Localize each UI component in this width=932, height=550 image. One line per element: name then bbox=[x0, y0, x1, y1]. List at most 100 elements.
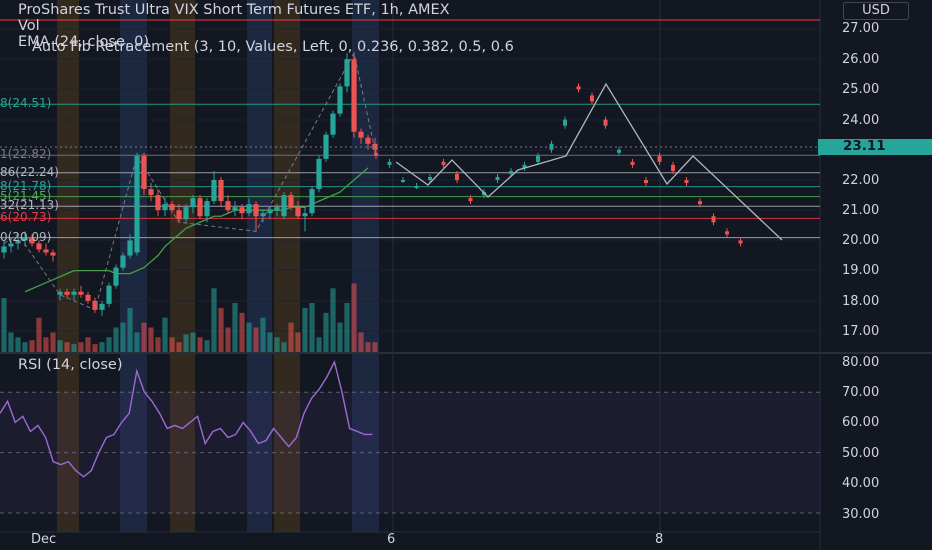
volume-bar bbox=[281, 342, 287, 352]
volume-bar bbox=[22, 342, 28, 352]
volume-bar bbox=[316, 337, 322, 352]
volume-bar bbox=[106, 337, 112, 352]
candle-body bbox=[169, 204, 175, 211]
candle-body bbox=[603, 119, 608, 126]
price-tick: 27.00 bbox=[842, 21, 880, 36]
volume-bar bbox=[337, 322, 343, 352]
volume-bar bbox=[8, 332, 14, 352]
candle-body bbox=[576, 86, 581, 90]
volume-bar bbox=[211, 288, 217, 352]
candle-body bbox=[468, 198, 473, 202]
candle-body bbox=[563, 119, 567, 126]
volume-bar bbox=[323, 312, 329, 352]
candle-body bbox=[455, 173, 459, 180]
candle-body bbox=[441, 161, 446, 165]
fib-level-label: 1(22.82) bbox=[0, 147, 52, 162]
candle-body bbox=[309, 189, 315, 214]
volume-bar bbox=[288, 322, 294, 352]
rsi-tick: 30.00 bbox=[842, 507, 880, 522]
volume-bar bbox=[15, 337, 21, 352]
volume-bar bbox=[141, 322, 147, 352]
volume-bar bbox=[176, 342, 182, 352]
candle-body bbox=[218, 180, 224, 202]
time-tick: 8 bbox=[655, 532, 664, 547]
volume-bar bbox=[225, 327, 231, 352]
volume-bar bbox=[155, 337, 161, 352]
volume-bar bbox=[260, 317, 266, 352]
volume-bar bbox=[365, 342, 371, 352]
volume-bar bbox=[204, 340, 210, 352]
symbol-title: ProShares Trust Ultra VIX Short Term Fut… bbox=[18, 2, 450, 18]
candle-body bbox=[316, 158, 322, 190]
rsi-tick: 40.00 bbox=[842, 476, 880, 491]
price-chart[interactable] bbox=[0, 0, 932, 550]
candle-body bbox=[295, 207, 301, 217]
volume-bar bbox=[29, 340, 35, 352]
volume-bar bbox=[253, 327, 259, 352]
candle-body bbox=[246, 204, 252, 214]
price-tick: 18.00 bbox=[842, 294, 880, 309]
chart-root: ProShares Trust Ultra VIX Short Term Fut… bbox=[0, 0, 932, 550]
candle-body bbox=[225, 201, 231, 211]
candle-body bbox=[36, 243, 42, 250]
volume-bar bbox=[162, 317, 168, 352]
volume-bar bbox=[134, 332, 140, 352]
candle-body bbox=[64, 291, 70, 295]
fib-level-label: 86(22.24) bbox=[0, 164, 59, 179]
price-tick: 20.00 bbox=[842, 233, 880, 248]
fib-level-label: 0(20.09) bbox=[0, 229, 52, 244]
time-tick: 6 bbox=[387, 532, 396, 547]
candle-body bbox=[274, 207, 280, 211]
candle-body bbox=[351, 59, 357, 132]
candle-body bbox=[684, 180, 689, 184]
candle-body bbox=[113, 267, 119, 286]
volume-bar bbox=[239, 312, 245, 352]
candle-body bbox=[590, 95, 594, 102]
volume-bar bbox=[344, 303, 350, 352]
time-tick: Dec bbox=[31, 532, 57, 547]
volume-bar bbox=[1, 298, 7, 352]
candle-body bbox=[85, 294, 91, 301]
candle-body bbox=[358, 131, 364, 138]
candle-body bbox=[698, 201, 702, 205]
candle-body bbox=[281, 195, 287, 217]
volume-bar bbox=[99, 342, 105, 352]
volume-bar bbox=[36, 317, 42, 352]
volume-bar bbox=[113, 327, 119, 352]
candle-body bbox=[414, 186, 419, 189]
candle-body bbox=[43, 249, 49, 253]
candle-body bbox=[428, 176, 432, 180]
candle-body bbox=[99, 303, 105, 310]
volume-bar bbox=[43, 337, 49, 352]
candle-body bbox=[120, 255, 126, 268]
candle-body bbox=[387, 161, 392, 165]
rsi-tick: 80.00 bbox=[842, 355, 880, 370]
candle-body bbox=[253, 204, 259, 217]
volume-bar bbox=[302, 307, 308, 352]
candle-body bbox=[1, 246, 7, 253]
price-tick: 26.00 bbox=[842, 52, 880, 67]
volume-bar bbox=[183, 334, 189, 352]
candle-body bbox=[374, 152, 378, 156]
candle-body bbox=[127, 240, 133, 256]
volume-bar bbox=[274, 337, 280, 352]
volume-bar bbox=[197, 337, 203, 352]
candle-body bbox=[617, 149, 621, 153]
candle-body bbox=[50, 252, 56, 256]
volume-bar bbox=[92, 344, 98, 352]
candle-body bbox=[671, 164, 675, 171]
candle-body bbox=[365, 137, 371, 144]
rsi-tick: 70.00 bbox=[842, 385, 880, 400]
volume-bar bbox=[120, 322, 126, 352]
volume-bar bbox=[246, 322, 252, 352]
volume-bar bbox=[71, 344, 77, 352]
price-tick: 25.00 bbox=[842, 82, 880, 97]
volume-bar bbox=[218, 307, 224, 352]
candle-body bbox=[302, 213, 308, 217]
candle-body bbox=[323, 134, 329, 159]
candle-body bbox=[495, 176, 500, 180]
candle-body bbox=[204, 201, 210, 217]
volume-bar bbox=[372, 342, 378, 352]
candle-body bbox=[711, 216, 716, 223]
currency-selector[interactable]: USD bbox=[843, 2, 909, 20]
